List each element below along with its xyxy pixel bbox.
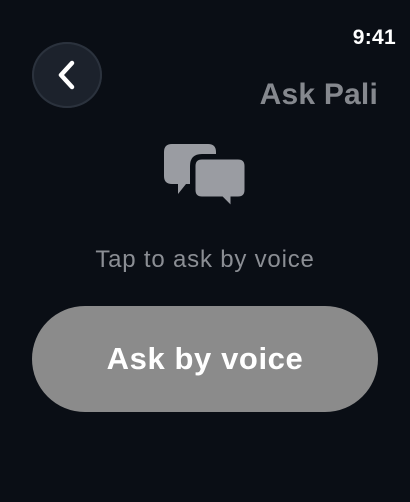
app-title: Ask Pali bbox=[259, 78, 378, 111]
voice-hint-text: Tap to ask by voice bbox=[95, 246, 315, 273]
status-time: 9:41 bbox=[352, 26, 396, 49]
chevron-left-icon bbox=[58, 60, 75, 90]
ask-by-voice-button[interactable]: Ask by voice bbox=[32, 306, 378, 412]
back-button[interactable] bbox=[32, 42, 102, 108]
watch-screen: 9:41 Ask Pali Tap to ask by voice Ask by… bbox=[0, 0, 410, 502]
chat-bubbles-icon bbox=[164, 144, 248, 210]
